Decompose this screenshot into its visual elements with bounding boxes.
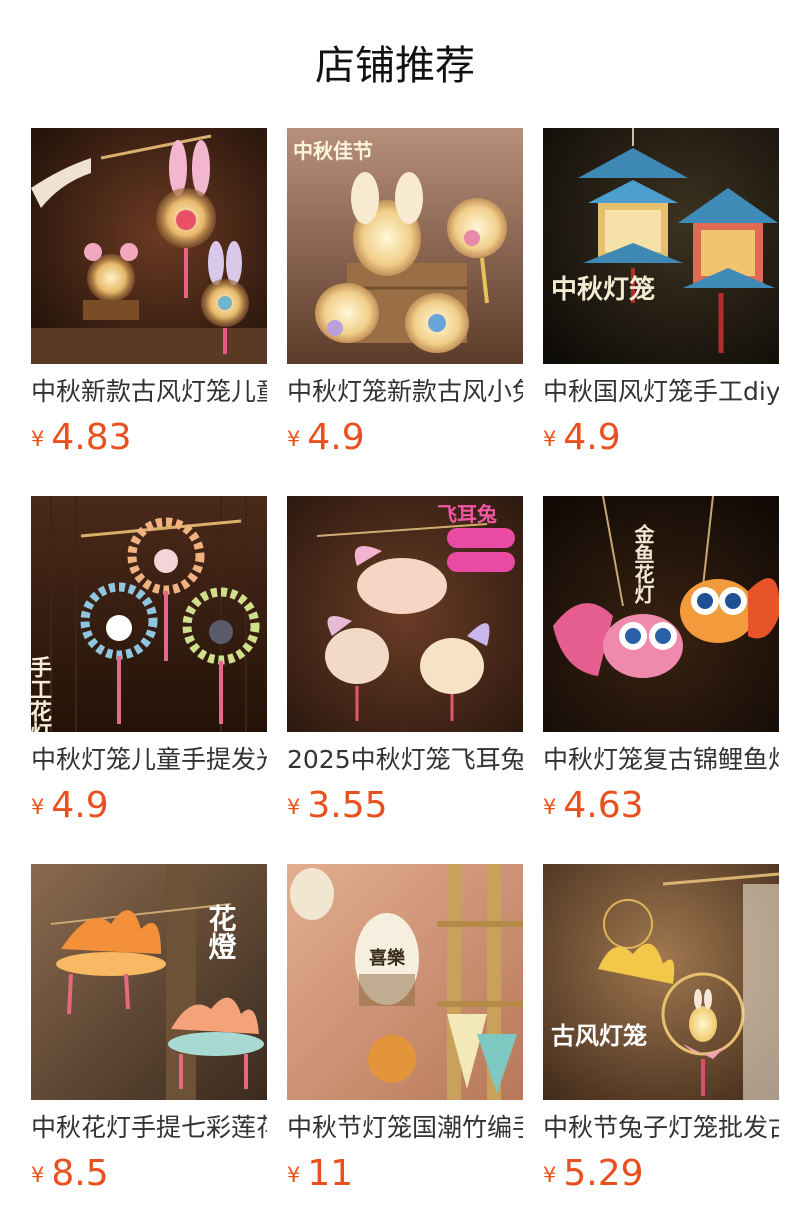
bunny-lantern-image: 中秋佳节 <box>287 128 523 364</box>
product-image-label: 金鱼花灯 <box>631 523 655 605</box>
currency-symbol: ¥ <box>543 795 557 819</box>
product-name[interactable]: 中秋灯笼儿童手提发光花环灯 <box>31 743 267 777</box>
product-name[interactable]: 中秋国风灯笼手工diy宫灯 <box>543 375 779 409</box>
product-card[interactable]: 喜樂 中秋节灯笼国潮竹编手提灯 ¥11 <box>287 864 523 1194</box>
flying-rabbit-lantern-image: 飞耳兔 <box>287 496 523 732</box>
product-name[interactable]: 中秋灯笼复古锦鲤鱼灯 <box>543 743 779 777</box>
currency-symbol: ¥ <box>287 1163 301 1187</box>
product-card[interactable]: 金鱼花灯 中秋灯笼复古锦鲤鱼灯 ¥4.63 <box>543 496 779 826</box>
currency-symbol: ¥ <box>31 795 45 819</box>
product-image-label: 花燈 <box>205 904 238 961</box>
product-name[interactable]: 中秋节兔子灯笼批发古风灯 <box>543 1111 779 1145</box>
product-image-label: 飞耳兔 <box>437 502 497 526</box>
product-price: ¥4.83 <box>31 416 267 460</box>
currency-symbol: ¥ <box>543 1163 557 1187</box>
product-card[interactable]: 古风灯笼 中秋节兔子灯笼批发古风灯 ¥5.29 <box>543 864 779 1194</box>
product-price: ¥8.5 <box>31 1152 267 1196</box>
product-image-label: 中秋灯笼 <box>551 274 655 305</box>
product-image-label: 古风灯笼 <box>551 1021 647 1050</box>
product-image-label: 喜樂 <box>369 947 406 969</box>
product-image[interactable]: 古风灯笼 <box>543 864 779 1100</box>
price-amount: 4.83 <box>51 417 132 458</box>
page-title: 店铺推荐 <box>315 43 475 89</box>
price-amount: 4.63 <box>563 785 644 826</box>
svg-text:手工花灯: 手工花灯 <box>31 656 52 732</box>
product-card[interactable]: 花燈 中秋花灯手提七彩莲花灯 ¥8.5 <box>31 864 267 1194</box>
price-amount: 11 <box>307 1153 354 1194</box>
product-image[interactable]: 飞耳兔 <box>287 496 523 732</box>
price-amount: 3.55 <box>307 785 388 826</box>
product-card[interactable]: 中秋新款古风灯笼儿童手提发光兔子灯 ¥4.83 <box>31 128 267 458</box>
price-amount: 4.9 <box>307 417 365 458</box>
product-grid: 中秋新款古风灯笼儿童手提发光兔子灯 ¥4.83 <box>31 128 790 1232</box>
flower-wreath-lantern-image: 手工花灯 <box>31 496 267 732</box>
product-card[interactable]: 手工花灯 中秋灯笼儿童手提发光花环灯 ¥4.9 <box>31 496 267 826</box>
product-name[interactable]: 2025中秋灯笼飞耳兔手提灯 <box>287 743 523 777</box>
bamboo-lantern-image: 喜樂 <box>287 864 523 1100</box>
price-amount: 4.9 <box>563 417 621 458</box>
product-name[interactable]: 中秋新款古风灯笼儿童手提发光兔子灯 <box>31 375 267 409</box>
product-card[interactable]: 中秋灯笼 中秋国风灯笼手工diy宫灯 ¥4.9 <box>543 128 779 458</box>
currency-symbol: ¥ <box>543 427 557 451</box>
product-image[interactable]: 金鱼花灯 <box>543 496 779 732</box>
product-image[interactable] <box>31 128 267 364</box>
product-image[interactable]: 手工花灯 <box>31 496 267 732</box>
product-price: ¥4.9 <box>543 416 779 460</box>
product-image-label: 手工花灯 <box>31 656 52 732</box>
currency-symbol: ¥ <box>287 795 301 819</box>
rabbit-moon-lantern-image: 古风灯笼 <box>543 864 779 1100</box>
price-amount: 5.29 <box>563 1153 644 1194</box>
product-image-label: 中秋佳节 <box>293 139 373 163</box>
goldfish-lantern-image: 金鱼花灯 <box>543 496 779 732</box>
pagoda-lantern-image: 中秋灯笼 <box>543 128 779 364</box>
rabbit-lantern-image <box>31 128 267 364</box>
product-card[interactable]: 中秋佳节 中秋灯笼新款古风小兔子手提花灯 ¥4.9 <box>287 128 523 458</box>
product-image[interactable]: 中秋佳节 <box>287 128 523 364</box>
product-name[interactable]: 中秋灯笼新款古风小兔子手提花灯 <box>287 375 523 409</box>
lotus-lantern-image: 花燈 <box>31 864 267 1100</box>
product-price: ¥4.9 <box>287 416 523 460</box>
product-image[interactable]: 花燈 <box>31 864 267 1100</box>
product-name[interactable]: 中秋节灯笼国潮竹编手提灯 <box>287 1111 523 1145</box>
product-price: ¥4.63 <box>543 784 779 828</box>
product-price: ¥3.55 <box>287 784 523 828</box>
price-amount: 8.5 <box>51 1153 109 1194</box>
product-image[interactable]: 喜樂 <box>287 864 523 1100</box>
currency-symbol: ¥ <box>31 1163 45 1187</box>
product-name[interactable]: 中秋花灯手提七彩莲花灯 <box>31 1111 267 1145</box>
product-price: ¥4.9 <box>31 784 267 828</box>
product-card[interactable]: 飞耳兔 2025中秋灯笼飞耳兔手提灯 ¥3.55 <box>287 496 523 826</box>
product-price: ¥5.29 <box>543 1152 779 1196</box>
currency-symbol: ¥ <box>287 427 301 451</box>
product-price: ¥11 <box>287 1152 523 1196</box>
currency-symbol: ¥ <box>31 427 45 451</box>
price-amount: 4.9 <box>51 785 109 826</box>
product-image[interactable]: 中秋灯笼 <box>543 128 779 364</box>
